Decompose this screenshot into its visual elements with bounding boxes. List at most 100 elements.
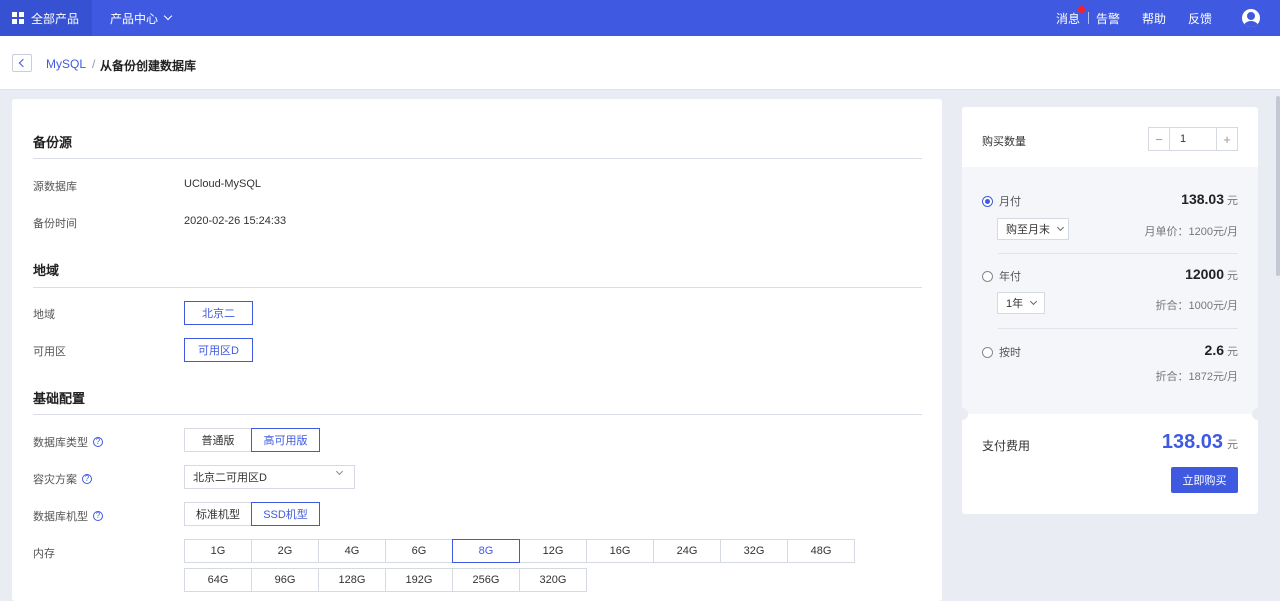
- billing-option-monthly[interactable]: 月付: [982, 193, 1021, 209]
- billing-option-hourly[interactable]: 按时: [982, 344, 1021, 360]
- memory-option-128g[interactable]: 128G: [318, 568, 386, 592]
- payment-total-unit: 元: [1227, 439, 1238, 451]
- help-icon[interactable]: ?: [82, 474, 92, 484]
- all-products-menu[interactable]: 全部产品: [0, 0, 92, 36]
- all-products-label: 全部产品: [31, 11, 80, 26]
- user-avatar-icon[interactable]: [1242, 9, 1260, 27]
- quantity-label: 购买数量: [982, 136, 1026, 148]
- chevron-down-icon: [1030, 297, 1038, 306]
- memory-option-1g[interactable]: 1G: [184, 539, 252, 563]
- db-type-label-text: 数据库类型: [33, 437, 88, 449]
- yearly-price-unit: 元: [1227, 270, 1238, 282]
- hourly-label: 按时: [999, 347, 1021, 359]
- quantity-input[interactable]: 1: [1170, 127, 1216, 151]
- hourly-price-value: 2.6: [1204, 342, 1224, 358]
- alert-link[interactable]: 告警: [1096, 10, 1120, 27]
- section-title-basic-config: 基础配置: [33, 391, 86, 406]
- buy-now-button[interactable]: 立即购买: [1171, 467, 1238, 493]
- divider: [998, 253, 1238, 254]
- breadcrumb-separator: /: [92, 57, 96, 71]
- product-center-menu[interactable]: 产品中心: [110, 0, 173, 36]
- divider: [1087, 12, 1089, 24]
- back-button[interactable]: [12, 54, 32, 72]
- hourly-note: 折合：1872元/月: [1155, 371, 1238, 383]
- quantity-stepper: − 1 +: [1148, 127, 1238, 151]
- yearly-price-value: 12000: [1185, 266, 1224, 282]
- feedback-link[interactable]: 反馈: [1188, 10, 1212, 27]
- region-label: 地域: [33, 309, 55, 321]
- memory-option-256g[interactable]: 256G: [452, 568, 520, 592]
- payment-section: [962, 414, 1258, 514]
- memory-option-6g[interactable]: 6G: [385, 539, 453, 563]
- memory-option-32g[interactable]: 32G: [720, 539, 788, 563]
- payment-label: 支付费用: [982, 439, 1031, 453]
- payment-total-value: 138.03: [1161, 431, 1223, 453]
- db-type-label: 数据库类型 ?: [33, 434, 103, 450]
- create-form-panel: 备份源 源数据库 UCloud-MySQL 备份时间 2020-02-26 15…: [12, 99, 942, 601]
- memory-option-320g[interactable]: 320G: [519, 568, 587, 592]
- db-type-option-standard[interactable]: 普通版: [184, 428, 252, 452]
- section-title-region: 地域: [33, 263, 60, 278]
- source-db-value: UCloud-MySQL: [184, 178, 262, 190]
- dr-plan-label: 容灾方案 ?: [33, 471, 92, 487]
- memory-option-4g[interactable]: 4G: [318, 539, 386, 563]
- hourly-price-unit: 元: [1227, 346, 1238, 358]
- yearly-note: 折合：1000元/月: [1155, 300, 1238, 312]
- message-label: 消息: [1055, 11, 1080, 26]
- zone-label: 可用区: [33, 346, 66, 358]
- machine-option-standard[interactable]: 标准机型: [184, 502, 252, 526]
- backup-time-value: 2020-02-26 15:24:33: [184, 215, 287, 227]
- quantity-section: 购买数量 − 1 +: [962, 107, 1258, 167]
- memory-option-8g[interactable]: 8G: [452, 539, 520, 563]
- ticket-notch-left: [956, 408, 968, 420]
- yearly-price: 12000 元: [1185, 266, 1238, 283]
- topbar-actions: 消息 告警 帮助 反馈: [1056, 0, 1280, 36]
- product-center-label: 产品中心: [110, 11, 159, 26]
- memory-option-64g[interactable]: 64G: [184, 568, 252, 592]
- machine-option-ssd[interactable]: SSD机型: [251, 502, 320, 526]
- backup-time-label: 备份时间: [33, 218, 77, 230]
- section-divider: [33, 287, 922, 288]
- yearly-period-value: 1年: [1006, 298, 1024, 310]
- billing-option-yearly[interactable]: 年付: [982, 268, 1021, 284]
- help-link[interactable]: 帮助: [1142, 10, 1166, 27]
- message-link[interactable]: 消息: [1055, 5, 1085, 27]
- page-title: 从备份创建数据库: [100, 59, 197, 73]
- memory-option-192g[interactable]: 192G: [385, 568, 453, 592]
- monthly-label: 月付: [999, 196, 1021, 208]
- monthly-price-unit: 元: [1227, 195, 1238, 207]
- payment-total: 138.03 元: [1162, 431, 1238, 454]
- yearly-period-select[interactable]: 1年: [997, 292, 1045, 314]
- memory-label: 内存: [33, 548, 55, 560]
- monthly-note: 月单价：1200元/月: [1144, 226, 1238, 238]
- memory-option-16g[interactable]: 16G: [586, 539, 654, 563]
- ticket-notch-right: [1252, 408, 1264, 420]
- region-option-beijing2[interactable]: 北京二: [184, 301, 253, 325]
- billing-options: 月付 138.03 元 购至月末 月单价：1200元/月 年付 12000 元 1年…: [962, 167, 1258, 414]
- dr-plan-select[interactable]: 北京二可用区D: [184, 465, 355, 489]
- zone-option-d[interactable]: 可用区D: [184, 338, 253, 362]
- radio-unselected-icon: [982, 346, 993, 358]
- source-db-label: 源数据库: [33, 181, 77, 193]
- help-icon[interactable]: ?: [93, 511, 103, 521]
- memory-option-48g[interactable]: 48G: [787, 539, 855, 563]
- db-type-option-ha[interactable]: 高可用版: [251, 428, 320, 452]
- memory-option-24g[interactable]: 24G: [653, 539, 721, 563]
- memory-option-2g[interactable]: 2G: [251, 539, 319, 563]
- memory-option-96g[interactable]: 96G: [251, 568, 319, 592]
- chevron-down-icon: [163, 11, 173, 21]
- monthly-price-value: 138.03: [1181, 191, 1224, 207]
- radio-selected-icon: [982, 195, 993, 207]
- help-icon[interactable]: ?: [93, 437, 103, 447]
- section-divider: [33, 414, 922, 415]
- memory-option-12g[interactable]: 12G: [519, 539, 587, 563]
- unread-dot-badge: [1077, 5, 1085, 13]
- chevron-down-icon: [335, 467, 344, 476]
- decrease-button[interactable]: −: [1148, 127, 1170, 151]
- dr-plan-selected-value: 北京二可用区D: [193, 472, 267, 484]
- monthly-period-select[interactable]: 购至月末: [997, 218, 1069, 240]
- breadcrumb-mysql-link[interactable]: MySQL: [46, 57, 86, 71]
- divider: [998, 328, 1238, 329]
- increase-button[interactable]: +: [1216, 127, 1238, 151]
- page-scrollbar-thumb[interactable]: [1276, 96, 1280, 276]
